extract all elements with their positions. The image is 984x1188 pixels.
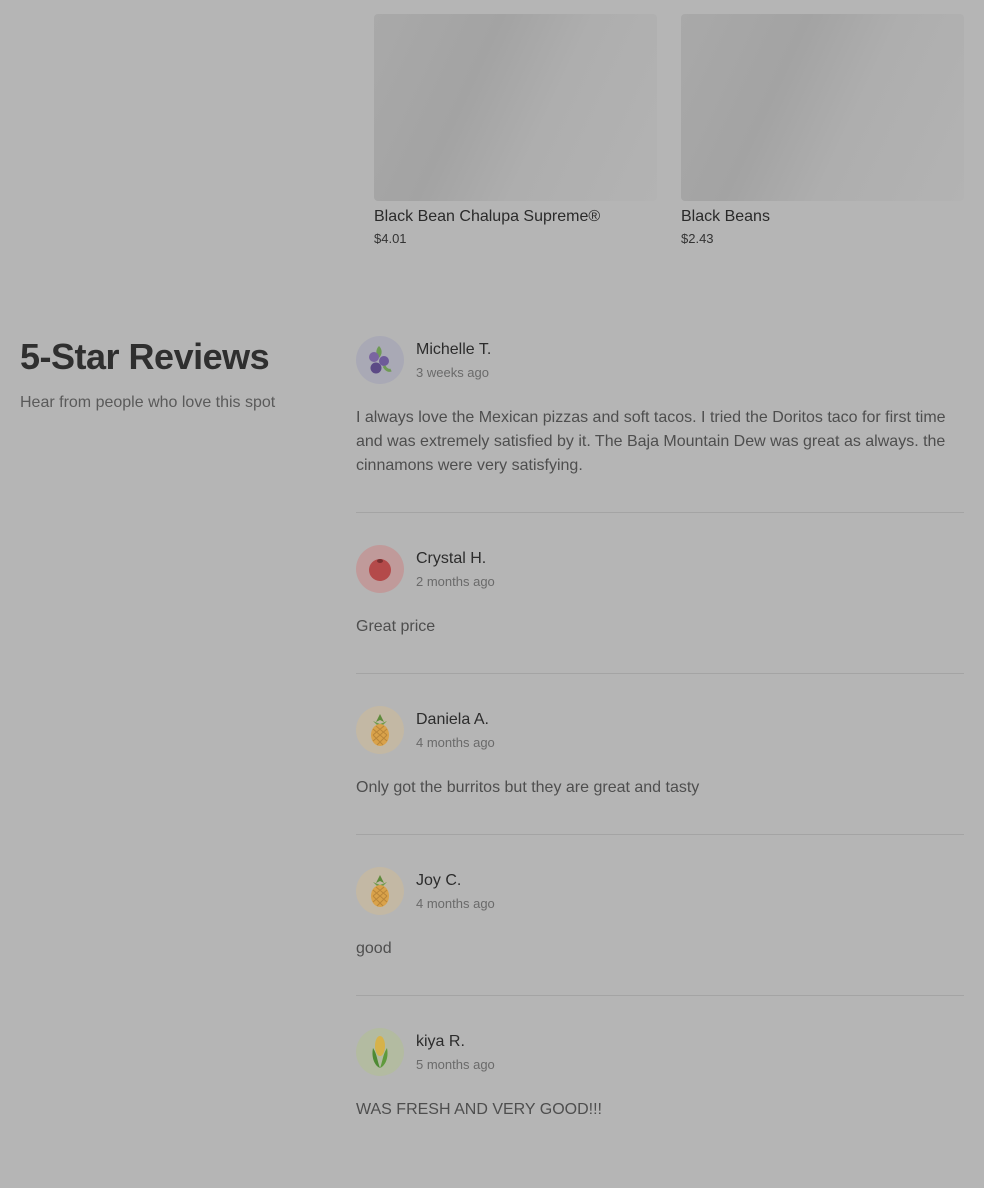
reviewer-name: Joy C. bbox=[416, 872, 462, 889]
reviewer-name: Michelle T. bbox=[416, 341, 492, 358]
reviews-title: 5-Star Reviews bbox=[20, 336, 270, 377]
review-text: I always love the Mexican pizzas and sof… bbox=[356, 409, 946, 474]
pineapple-icon bbox=[356, 867, 404, 915]
review-item: Daniela A. 4 months ago Only got the bur… bbox=[356, 706, 964, 835]
product-price: $4.01 bbox=[374, 231, 407, 246]
review-text: Only got the burritos but they are great… bbox=[356, 779, 700, 796]
reviews-subtitle: Hear from people who love this spot bbox=[20, 394, 276, 411]
review-date: 4 months ago bbox=[416, 735, 495, 750]
product-carousel: Black Bean Chalupa Supreme® $4.01 Black … bbox=[374, 14, 964, 246]
product-name: Black Beans bbox=[681, 208, 770, 225]
review-list: Michelle T. 3 weeks ago I always love th… bbox=[356, 336, 964, 1188]
review-text: good bbox=[356, 940, 392, 957]
blueberries-icon bbox=[356, 336, 404, 384]
reviewer-name: Daniela A. bbox=[416, 711, 489, 728]
pineapple-icon bbox=[356, 706, 404, 754]
reviewer-name: kiya R. bbox=[416, 1033, 465, 1050]
review-text: WAS FRESH AND VERY GOOD!!! bbox=[356, 1101, 602, 1118]
review-date: 5 months ago bbox=[416, 1057, 495, 1072]
reviewer-name: Crystal H. bbox=[416, 550, 487, 567]
review-item: kiya R. 5 months ago WAS FRESH AND VERY … bbox=[356, 1028, 964, 1156]
review-date: 3 weeks ago bbox=[416, 365, 489, 380]
tomato-icon bbox=[356, 545, 404, 593]
review-item: Michelle T. 3 weeks ago I always love th… bbox=[356, 336, 964, 513]
review-item: Crystal H. 2 months ago Great price bbox=[356, 545, 964, 674]
review-date: 4 months ago bbox=[416, 896, 495, 911]
review-text: Great price bbox=[356, 618, 436, 635]
product-card[interactable]: Black Beans $2.43 bbox=[681, 14, 964, 246]
product-image[interactable] bbox=[374, 14, 657, 201]
corn-icon bbox=[356, 1028, 404, 1076]
product-card[interactable]: Black Bean Chalupa Supreme® $4.01 bbox=[374, 14, 657, 246]
product-image[interactable] bbox=[681, 14, 964, 201]
review-date: 2 months ago bbox=[416, 574, 495, 589]
review-item: Joy C. 4 months ago good bbox=[356, 867, 964, 996]
product-price: $2.43 bbox=[681, 231, 714, 246]
product-name: Black Bean Chalupa Supreme® bbox=[374, 208, 601, 225]
